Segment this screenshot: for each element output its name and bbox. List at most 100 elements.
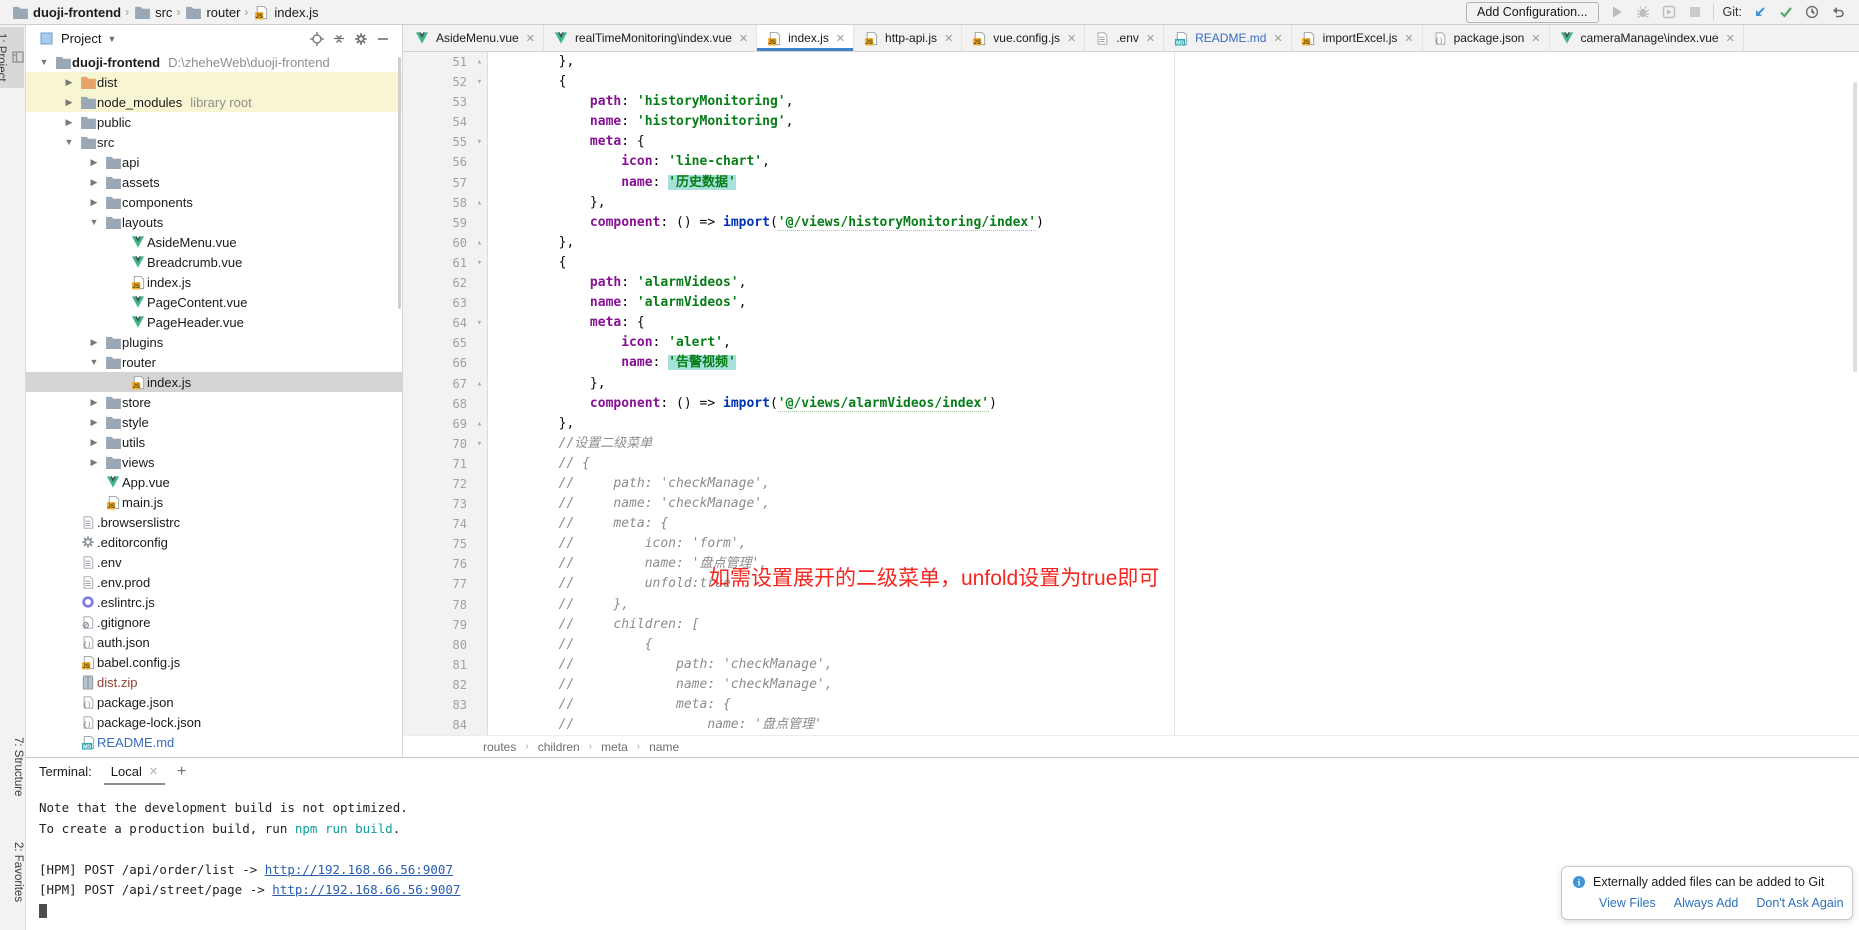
tree-item-package.json[interactable]: {)package.json — [26, 692, 402, 712]
close-icon[interactable]: ✕ — [1531, 32, 1540, 45]
debug-icon[interactable] — [1634, 3, 1652, 21]
close-icon[interactable]: ✕ — [944, 32, 953, 45]
close-icon[interactable]: ✕ — [1067, 32, 1076, 45]
sidebar-item-favorites[interactable]: 2: Favorites — [0, 836, 24, 908]
tree-item-public[interactable]: ▶public — [26, 112, 402, 132]
chevron-right-icon[interactable]: ▶ — [84, 197, 104, 208]
fold-marker-icon[interactable]: ▴ — [472, 414, 487, 434]
project-panel-title[interactable]: Project — [61, 31, 101, 46]
editor-breadcrumb-item[interactable]: routes — [483, 740, 516, 754]
git-rollback-icon[interactable] — [1829, 3, 1847, 21]
notification-action-always-add[interactable]: Always Add — [1674, 896, 1739, 910]
tab-index.js[interactable]: JSindex.js✕ — [757, 25, 854, 51]
tab-vue.config.js[interactable]: JSvue.config.js✕ — [962, 25, 1085, 51]
collapse-all-icon[interactable] — [329, 30, 349, 48]
tree-item-index.js[interactable]: JSindex.js — [26, 272, 402, 292]
tree-item-.env.prod[interactable]: .env.prod — [26, 572, 402, 592]
tree-item-.editorconfig[interactable]: .editorconfig — [26, 532, 402, 552]
tree-item-utils[interactable]: ▶utils — [26, 432, 402, 452]
close-icon[interactable]: ✕ — [1404, 32, 1413, 45]
breadcrumb-item[interactable]: router — [181, 3, 243, 21]
tree-item-components[interactable]: ▶components — [26, 192, 402, 212]
chevron-right-icon[interactable]: ▶ — [84, 157, 104, 168]
tab-package.json[interactable]: {)package.json✕ — [1423, 25, 1550, 51]
chevron-right-icon[interactable]: ▶ — [84, 417, 104, 428]
close-icon[interactable]: ✕ — [1146, 32, 1155, 45]
fold-marker-icon[interactable]: ▾ — [472, 72, 487, 92]
breadcrumb-item[interactable]: JSindex.js — [249, 3, 321, 21]
tree-item-.env[interactable]: .env — [26, 552, 402, 572]
code-editor[interactable]: 51▴ },52▾ {53 path: 'historyMonitoring',… — [403, 52, 1859, 735]
chevron-down-icon[interactable]: ▼ — [84, 357, 104, 367]
notification-action-view-files[interactable]: View Files — [1599, 896, 1656, 910]
close-icon[interactable]: ✕ — [1726, 32, 1735, 45]
tree-item-router[interactable]: ▼router — [26, 352, 402, 372]
stop-icon[interactable] — [1686, 3, 1704, 21]
tab-http-api.js[interactable]: JShttp-api.js✕ — [854, 25, 962, 51]
tree-item-readme.md[interactable]: MDREADME.md — [26, 732, 402, 752]
tab-realtimemonitoring-index.vue[interactable]: realTimeMonitoring\index.vue✕ — [544, 25, 757, 51]
tree-item-asidemenu.vue[interactable]: AsideMenu.vue — [26, 232, 402, 252]
sidebar-item-structure[interactable]: 7: Structure — [0, 731, 24, 802]
gear-icon[interactable] — [351, 30, 371, 48]
chevron-right-icon[interactable]: ▶ — [84, 177, 104, 188]
tab-cameramanage-index.vue[interactable]: cameraManage\index.vue✕ — [1550, 25, 1744, 51]
breadcrumb-item[interactable]: src — [130, 3, 175, 21]
chevron-right-icon[interactable]: ▶ — [84, 337, 104, 348]
hide-icon[interactable] — [373, 30, 393, 48]
git-commit-icon[interactable] — [1777, 3, 1795, 21]
tree-item-layouts[interactable]: ▼layouts — [26, 212, 402, 232]
terminal-tab-local[interactable]: Local ✕ — [104, 759, 165, 785]
tree-item-.browserslistrc[interactable]: .browserslistrc — [26, 512, 402, 532]
editor-breadcrumb-item[interactable]: meta — [601, 740, 628, 754]
close-icon[interactable]: ✕ — [836, 32, 845, 45]
notification-action-don-t-ask-again[interactable]: Don't Ask Again — [1756, 896, 1843, 910]
tree-item-store[interactable]: ▶store — [26, 392, 402, 412]
tab-readme.md[interactable]: MDREADME.md✕ — [1164, 25, 1292, 51]
tree-item-.eslintrc.js[interactable]: .eslintrc.js — [26, 592, 402, 612]
tree-item-plugins[interactable]: ▶plugins — [26, 332, 402, 352]
tree-item-pageheader.vue[interactable]: PageHeader.vue — [26, 312, 402, 332]
tree-item-package-lock.json[interactable]: {)package-lock.json — [26, 712, 402, 732]
add-configuration-button[interactable]: Add Configuration... — [1466, 2, 1599, 23]
chevron-down-icon[interactable]: ▼ — [34, 57, 54, 67]
fold-marker-icon[interactable]: ▴ — [472, 193, 487, 213]
tree-item-breadcrumb.vue[interactable]: Breadcrumb.vue — [26, 252, 402, 272]
locate-icon[interactable] — [307, 30, 327, 48]
tree-item-pagecontent.vue[interactable]: PageContent.vue — [26, 292, 402, 312]
close-icon[interactable]: ✕ — [149, 765, 158, 778]
close-icon[interactable]: ✕ — [526, 32, 535, 45]
fold-marker-icon[interactable]: ▾ — [472, 313, 487, 333]
sidebar-item-project[interactable]: 1: Project — [0, 27, 24, 88]
fold-marker-icon[interactable]: ▾ — [472, 434, 487, 454]
fold-marker-icon[interactable]: ▴ — [472, 374, 487, 394]
fold-marker-icon[interactable]: ▾ — [472, 132, 487, 152]
tab-importexcel.js[interactable]: JSimportExcel.js✕ — [1292, 25, 1423, 51]
tab-asidemenu.vue[interactable]: AsideMenu.vue✕ — [405, 25, 544, 51]
tree-item-.gitignore[interactable]: .gitignore — [26, 612, 402, 632]
tree-item-assets[interactable]: ▶assets — [26, 172, 402, 192]
chevron-down-icon[interactable]: ▼ — [84, 217, 104, 227]
git-history-icon[interactable] — [1803, 3, 1821, 21]
tree-item-api[interactable]: ▶api — [26, 152, 402, 172]
close-icon[interactable]: ✕ — [1273, 32, 1282, 45]
chevron-right-icon[interactable]: ▶ — [84, 437, 104, 448]
editor-breadcrumb-item[interactable]: children — [538, 740, 580, 754]
project-scrollbar[interactable] — [398, 57, 401, 309]
tree-item-duoji-frontend[interactable]: ▼duoji-frontendD:\zheheWeb\duoji-fronten… — [26, 52, 402, 72]
tree-item-src[interactable]: ▼src — [26, 132, 402, 152]
tree-item-dist[interactable]: ▶dist — [26, 72, 402, 92]
chevron-down-icon[interactable]: ▼ — [107, 34, 116, 44]
tree-item-index.js[interactable]: JSindex.js — [26, 372, 402, 392]
tree-item-style[interactable]: ▶style — [26, 412, 402, 432]
fold-marker-icon[interactable]: ▴ — [472, 52, 487, 72]
fold-marker-icon[interactable]: ▴ — [472, 233, 487, 253]
fold-marker-icon[interactable]: ▾ — [472, 253, 487, 273]
tree-item-node-modules[interactable]: ▶node_moduleslibrary root — [26, 92, 402, 112]
close-icon[interactable]: ✕ — [739, 32, 748, 45]
editor-breadcrumb-item[interactable]: name — [649, 740, 679, 754]
breadcrumb-item[interactable]: duoji-frontend — [8, 3, 124, 21]
tree-item-main.js[interactable]: JSmain.js — [26, 492, 402, 512]
tree-item-dist.zip[interactable]: dist.zip — [26, 672, 402, 692]
new-terminal-button[interactable]: + — [177, 764, 186, 780]
